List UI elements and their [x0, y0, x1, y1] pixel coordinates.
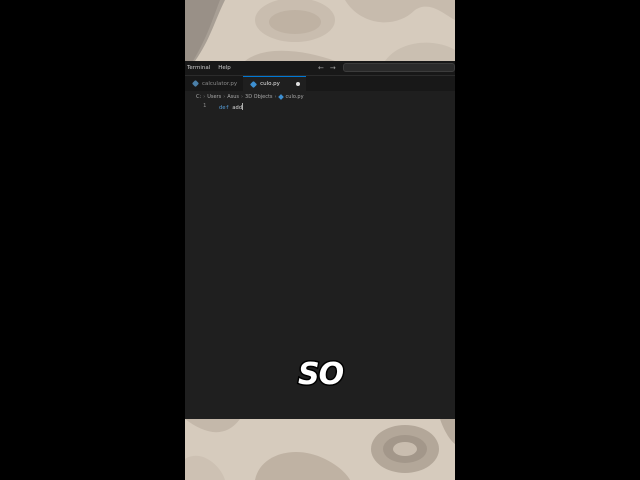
- wallpaper-pattern: [185, 419, 455, 480]
- wallpaper-pattern: [185, 0, 455, 61]
- menu-bar: Terminal Help ← →: [185, 61, 455, 76]
- wallpaper-top: [185, 0, 455, 61]
- chevron-right-icon: ›: [274, 94, 277, 100]
- code-line-1[interactable]: 1 def add: [185, 102, 455, 112]
- tab-label: calculator.py: [202, 80, 238, 87]
- keyword-def: def: [219, 105, 229, 111]
- breadcrumb-users[interactable]: Users: [207, 94, 221, 100]
- unsaved-dot-icon[interactable]: [295, 82, 300, 86]
- back-arrow-icon[interactable]: ←: [318, 64, 324, 72]
- text-cursor: [242, 103, 244, 110]
- line-number: 1: [203, 103, 207, 109]
- tab-culo-py[interactable]: culo.py: [243, 76, 306, 91]
- command-center-search[interactable]: [343, 63, 455, 72]
- breadcrumb-drive[interactable]: C:: [196, 94, 201, 100]
- video-caption: SO: [296, 356, 345, 394]
- code-text[interactable]: def add: [219, 103, 244, 111]
- menu-terminal[interactable]: Terminal: [187, 65, 210, 71]
- python-file-icon: [277, 94, 284, 100]
- tab-label: culo.py: [260, 81, 280, 87]
- breadcrumb: C: › Users › Asus › 3D Objects › culo.py: [185, 92, 455, 102]
- breadcrumb-asus[interactable]: Asus: [227, 94, 239, 100]
- tab-bar: calculator.py culo.py: [185, 76, 455, 91]
- phone-frame: Terminal Help ← → calculator.py culo.py …: [185, 0, 455, 480]
- breadcrumb-file[interactable]: culo.py: [286, 94, 304, 100]
- python-file-icon: [250, 80, 258, 88]
- chevron-right-icon: ›: [223, 94, 226, 100]
- caption-text: SO: [296, 356, 345, 394]
- menu-help[interactable]: Help: [218, 65, 231, 71]
- nav-arrows: ← →: [318, 64, 336, 72]
- tab-calculator-py[interactable]: calculator.py: [185, 76, 243, 91]
- forward-arrow-icon[interactable]: →: [330, 64, 336, 72]
- chevron-right-icon: ›: [241, 94, 244, 100]
- chevron-right-icon: ›: [203, 94, 206, 100]
- code-identifier: add: [228, 105, 243, 111]
- wallpaper-bottom: [185, 419, 455, 480]
- breadcrumb-3d-objects[interactable]: 3D Objects: [245, 94, 273, 100]
- python-file-icon: [191, 79, 200, 88]
